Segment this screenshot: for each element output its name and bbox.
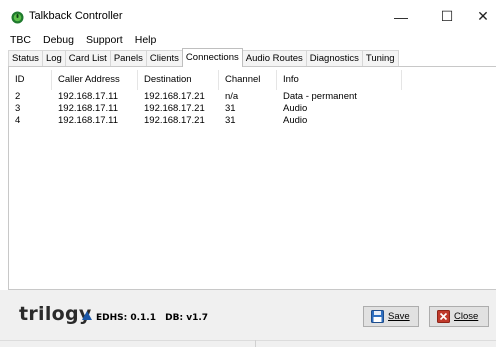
menu-bar: TBC Debug Support Help bbox=[0, 33, 496, 48]
cell-destination: 192.168.17.21 bbox=[144, 91, 205, 102]
cell-channel: n/a bbox=[225, 91, 239, 102]
tab-audio-routes[interactable]: Audio Routes bbox=[241, 50, 307, 67]
close-icon: ✕ bbox=[477, 8, 489, 24]
list-rows: 2 192.168.17.11 192.168.17.21 n/a Data -… bbox=[9, 91, 496, 127]
close-button[interactable]: Close bbox=[429, 306, 489, 327]
trilogy-logo: trilogy bbox=[19, 303, 92, 325]
cell-id: 4 bbox=[15, 115, 21, 126]
column-header-info[interactable]: Info bbox=[277, 70, 402, 90]
db-version: DB: v1.7 bbox=[165, 313, 209, 323]
tab-tuning[interactable]: Tuning bbox=[361, 50, 399, 67]
cell-caller: 192.168.17.11 bbox=[58, 91, 119, 102]
menu-help[interactable]: Help bbox=[129, 33, 163, 48]
table-row[interactable]: 3 192.168.17.11 192.168.17.21 31 Audio bbox=[9, 103, 496, 115]
save-button[interactable]: Save bbox=[363, 306, 419, 327]
maximize-button[interactable]: ☐ bbox=[424, 0, 470, 33]
column-header-destination[interactable]: Destination bbox=[138, 70, 219, 90]
cell-destination: 192.168.17.21 bbox=[144, 115, 205, 126]
edhs-version: EDHS: 0.1.1 bbox=[96, 313, 156, 323]
close-x-icon bbox=[437, 310, 450, 323]
maximize-icon: ☐ bbox=[440, 8, 454, 24]
tab-status[interactable]: Status bbox=[8, 50, 43, 67]
connections-list[interactable]: ID Caller Address Destination Channel In… bbox=[8, 66, 496, 290]
save-label: Save bbox=[388, 311, 410, 322]
window-title: Talkback Controller bbox=[29, 10, 123, 22]
tab-card-list[interactable]: Card List bbox=[64, 50, 111, 67]
logo-triangle-icon bbox=[82, 311, 92, 320]
cell-id: 2 bbox=[15, 91, 21, 102]
tab-diagnostics[interactable]: Diagnostics bbox=[305, 50, 363, 67]
tab-strip: Status Log Card List Panels Clients Conn… bbox=[8, 48, 399, 67]
close-window-button[interactable]: ✕ bbox=[470, 0, 496, 33]
menu-debug[interactable]: Debug bbox=[37, 33, 80, 48]
cell-caller: 192.168.17.11 bbox=[58, 103, 119, 114]
floppy-disk-icon bbox=[371, 310, 384, 323]
cell-channel: 31 bbox=[225, 103, 236, 114]
cell-info: Audio bbox=[283, 103, 308, 114]
minimize-icon: — bbox=[394, 8, 408, 25]
status-bar-separator bbox=[255, 340, 256, 347]
title-bar: Talkback Controller — ☐ ✕ bbox=[0, 0, 496, 33]
list-header: ID Caller Address Destination Channel In… bbox=[9, 70, 496, 90]
tab-log[interactable]: Log bbox=[41, 50, 66, 67]
app-icon bbox=[11, 11, 24, 24]
table-row[interactable]: 2 192.168.17.11 192.168.17.21 n/a Data -… bbox=[9, 91, 496, 103]
close-label: Close bbox=[454, 311, 479, 322]
minimize-button[interactable]: — bbox=[378, 0, 424, 33]
tab-panels[interactable]: Panels bbox=[109, 50, 147, 67]
column-header-caller-address[interactable]: Caller Address bbox=[52, 70, 138, 90]
column-header-id[interactable]: ID bbox=[9, 70, 52, 90]
cell-caller: 192.168.17.11 bbox=[58, 115, 119, 126]
cell-channel: 31 bbox=[225, 115, 236, 126]
version-info: EDHS: 0.1.1 DB: v1.7 bbox=[96, 313, 214, 323]
cell-destination: 192.168.17.21 bbox=[144, 103, 205, 114]
column-header-channel[interactable]: Channel bbox=[219, 70, 277, 90]
menu-tbc[interactable]: TBC bbox=[0, 33, 37, 48]
status-bar bbox=[0, 340, 496, 347]
cell-info: Audio bbox=[283, 115, 308, 126]
table-row[interactable]: 4 192.168.17.11 192.168.17.21 31 Audio bbox=[9, 115, 496, 127]
cell-id: 3 bbox=[15, 103, 21, 114]
cell-info: Data - permanent bbox=[283, 91, 357, 102]
tab-clients[interactable]: Clients bbox=[145, 50, 183, 67]
menu-support[interactable]: Support bbox=[80, 33, 129, 48]
tab-connections[interactable]: Connections bbox=[181, 48, 243, 67]
